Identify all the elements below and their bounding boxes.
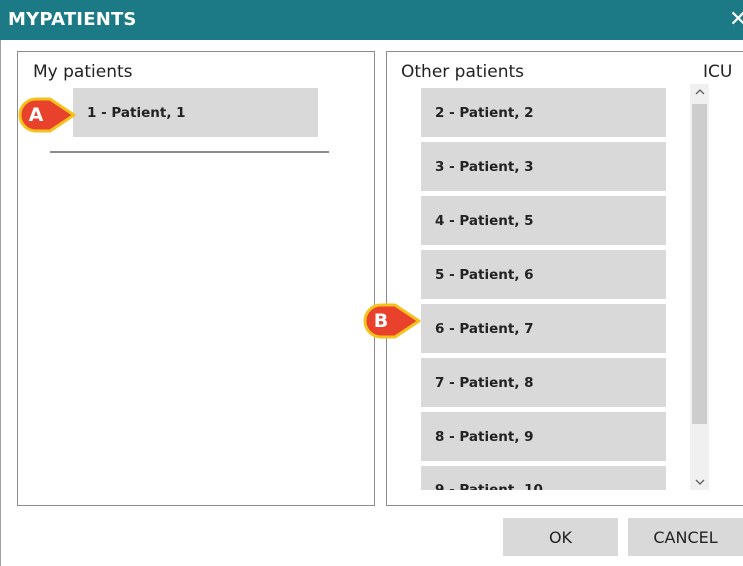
callout-marker-b: B — [363, 303, 423, 339]
my-patient-item[interactable]: 1 - Patient, 1 — [73, 88, 318, 137]
ward-label: ICU — [703, 62, 733, 82]
callout-letter: B — [373, 310, 389, 332]
title-bar: MYPATIENTS ✕ — [0, 0, 743, 40]
vertical-scrollbar[interactable] — [690, 84, 709, 490]
cancel-button[interactable]: CANCEL — [628, 518, 743, 556]
my-patients-label: My patients — [33, 62, 133, 82]
callout-letter: A — [28, 104, 44, 126]
other-patient-item[interactable]: 9 - Patient, 10 — [421, 466, 666, 490]
other-patient-item[interactable]: 8 - Patient, 9 — [421, 412, 666, 461]
callout-marker-a: A — [18, 97, 78, 133]
ok-button[interactable]: OK — [503, 518, 618, 556]
other-patient-item[interactable]: 3 - Patient, 3 — [421, 142, 666, 191]
other-patients-label: Other patients — [401, 62, 525, 82]
other-patient-item[interactable]: 6 - Patient, 7 — [421, 304, 666, 353]
other-patient-item[interactable]: 2 - Patient, 2 — [421, 88, 666, 137]
other-patient-item[interactable]: 5 - Patient, 6 — [421, 250, 666, 299]
scrollbar-thumb[interactable] — [692, 104, 707, 424]
other-patients-list[interactable]: 2 - Patient, 2 3 - Patient, 3 4 - Patien… — [421, 86, 667, 490]
other-patient-item[interactable]: 4 - Patient, 5 — [421, 196, 666, 245]
window-title: MYPATIENTS — [8, 9, 137, 30]
close-icon[interactable]: ✕ — [729, 8, 743, 32]
scroll-up-icon[interactable] — [690, 84, 709, 100]
divider — [50, 151, 329, 153]
scroll-down-icon[interactable] — [690, 474, 709, 490]
other-patient-item[interactable]: 7 - Patient, 8 — [421, 358, 666, 407]
